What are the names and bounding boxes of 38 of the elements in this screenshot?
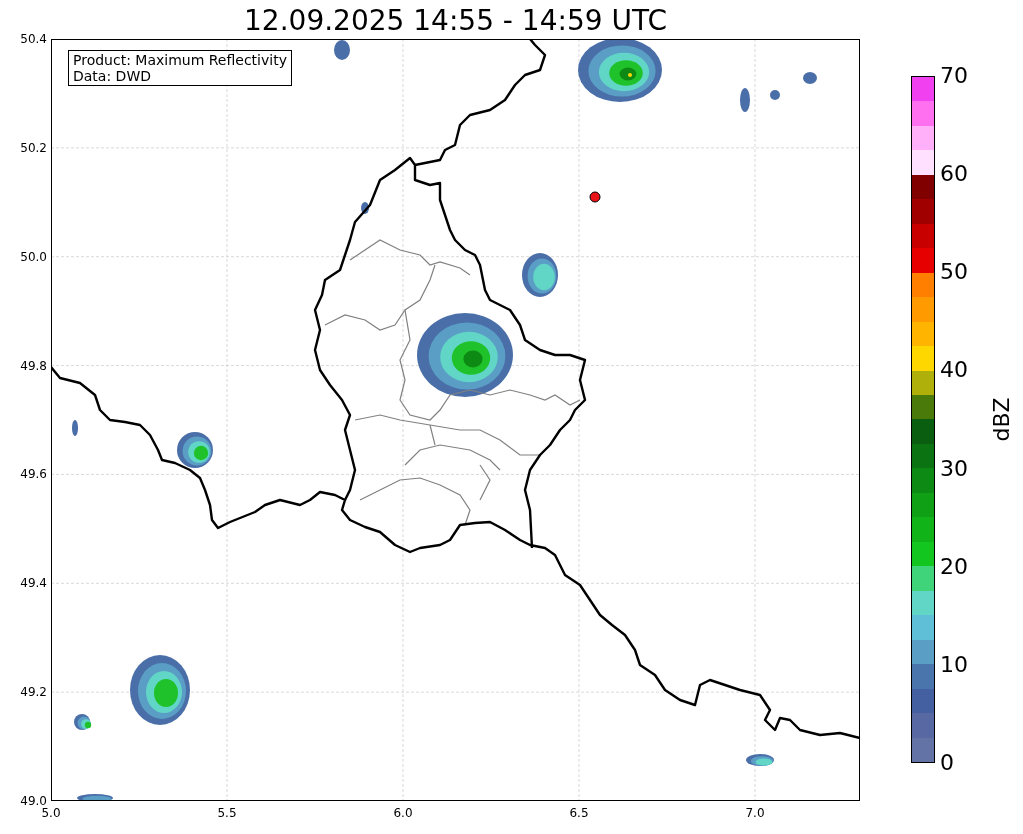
location-marker	[589, 191, 601, 203]
colorbar-label: dBZ	[987, 397, 1015, 442]
colorbar-tick-label: 30	[940, 456, 968, 481]
colorbar-tick-label: 50	[940, 260, 968, 285]
colorbar-tick-label: 0	[940, 751, 954, 775]
y-tick-label: 50.0	[20, 249, 47, 264]
radar-echo	[770, 90, 780, 100]
radar-echo	[77, 794, 113, 801]
info-text: Data: DWD	[73, 68, 152, 84]
y-tick-label: 49.4	[20, 576, 47, 591]
colorbar-tick-label: 70	[940, 64, 968, 88]
radar-echo	[740, 88, 750, 112]
chart-title: 12.09.2025 14:55 - 14:59 UTC	[244, 3, 667, 39]
radar-echo	[803, 72, 817, 84]
colorbar-tick-label: 10	[940, 652, 968, 677]
y-tick-label: 49.6	[20, 467, 47, 482]
radar-echo	[130, 655, 190, 725]
y-tick-label: 49.2	[20, 685, 47, 700]
x-tick-label: 6.5	[569, 806, 589, 820]
y-tick-label: 49.0	[20, 794, 47, 808]
y-tick-label: 50.2	[20, 140, 47, 155]
x-tick-label: 5.5	[217, 806, 237, 820]
info-text: Product: Maximum Reflectivity	[73, 52, 287, 68]
colorbar-tick-label: 60	[940, 162, 968, 187]
radar-echo	[72, 420, 78, 436]
radar-echo	[177, 432, 213, 468]
x-tick-label: 6.0	[393, 806, 413, 820]
radar-echo	[522, 253, 558, 297]
x-tick-label: 7.0	[745, 806, 765, 820]
x-tick-label: 5.0	[41, 806, 61, 820]
radar-echo	[74, 714, 92, 730]
y-tick-label: 49.8	[20, 358, 47, 373]
colorbar-tick-label: 40	[940, 358, 968, 383]
y-tick-label: 50.4	[20, 32, 47, 46]
radar-echo	[334, 40, 350, 60]
colorbar-tick-label: 20	[940, 554, 968, 579]
radar-echo	[361, 202, 369, 214]
radar-echo	[746, 754, 774, 766]
